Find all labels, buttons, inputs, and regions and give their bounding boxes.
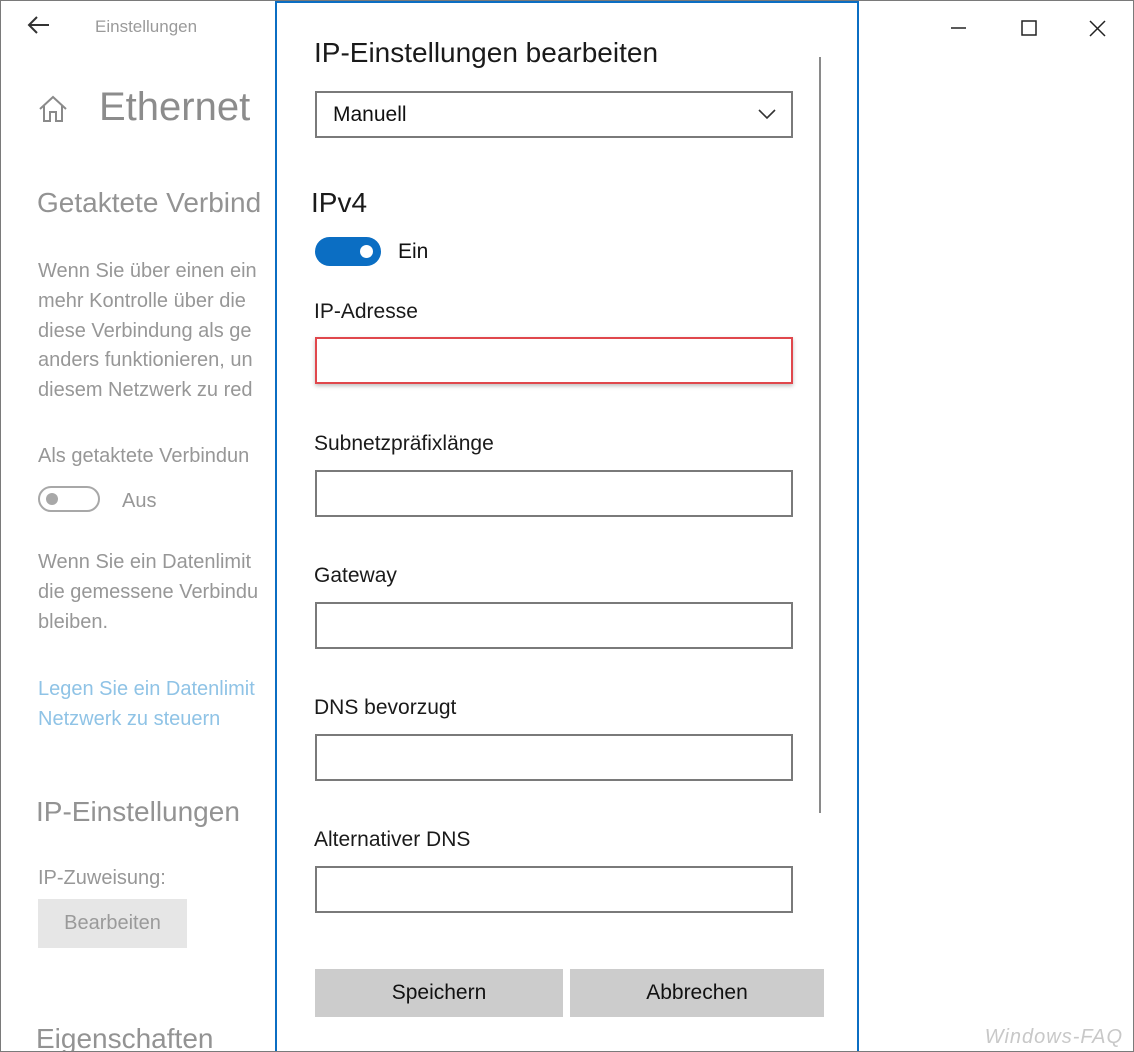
- dns-alternate-field[interactable]: [315, 866, 793, 913]
- minimize-icon[interactable]: [943, 13, 973, 43]
- metered-para-line: anders funktionieren, un: [38, 349, 253, 371]
- dns-alternate-label: Alternativer DNS: [314, 828, 471, 851]
- ip-address-label: IP-Adresse: [314, 300, 418, 323]
- home-icon[interactable]: [37, 93, 69, 125]
- ipv4-heading: IPv4: [311, 187, 368, 218]
- edit-button[interactable]: Bearbeiten: [38, 899, 187, 948]
- metered-toggle-state: Aus: [122, 490, 157, 512]
- save-button[interactable]: Speichern: [315, 969, 563, 1017]
- ip-address-field[interactable]: [315, 337, 793, 384]
- settings-window: Einstellungen Ethernet Getaktete Verbind…: [0, 0, 1134, 1052]
- ip-assignment-label: IP-Zuweisung:: [38, 867, 166, 889]
- metered-toggle[interactable]: [38, 486, 100, 512]
- ip-settings-dialog: IP-Einstellungen bearbeiten Manuell IPv4…: [275, 1, 859, 1051]
- mode-select-value: Manuell: [333, 103, 407, 126]
- metered-para-line: mehr Kontrolle über die: [38, 290, 246, 312]
- metered-para-line: diesem Netzwerk zu red: [38, 379, 253, 401]
- metered-heading: Getaktete Verbind: [37, 187, 262, 218]
- app-title: Einstellungen: [95, 17, 198, 36]
- cancel-button[interactable]: Abbrechen: [570, 969, 824, 1017]
- mode-select[interactable]: Manuell: [315, 91, 793, 138]
- back-arrow-icon[interactable]: [25, 11, 53, 39]
- limit-para-line: die gemessene Verbindu: [38, 581, 259, 603]
- limit-para-line: bleiben.: [38, 611, 109, 633]
- limit-para-line: Wenn Sie ein Datenlimit: [38, 551, 252, 573]
- page-title: Ethernet: [99, 85, 251, 129]
- metered-para-line: Wenn Sie über einen ein: [38, 260, 257, 282]
- dialog-title: IP-Einstellungen bearbeiten: [314, 37, 659, 68]
- gateway-label: Gateway: [314, 564, 397, 587]
- metered-para-line: diese Verbindung als ge: [38, 320, 252, 342]
- metered-toggle-label: Als getaktete Verbindun: [38, 445, 250, 467]
- properties-heading: Eigenschaften: [36, 1023, 214, 1052]
- watermark: Windows-FAQ: [984, 1026, 1123, 1048]
- ipv4-toggle[interactable]: [315, 237, 381, 266]
- gateway-field[interactable]: [315, 602, 793, 649]
- dns-preferred-label: DNS bevorzugt: [314, 696, 457, 719]
- data-limit-link[interactable]: Legen Sie ein Datenlimit: [38, 674, 255, 704]
- scrollbar[interactable]: [819, 57, 821, 813]
- data-limit-link[interactable]: Netzwerk zu steuern: [38, 704, 220, 734]
- ip-settings-heading: IP-Einstellungen: [36, 796, 240, 827]
- maximize-icon[interactable]: [1014, 13, 1044, 43]
- chevron-down-icon: [758, 109, 776, 120]
- subnet-prefix-label: Subnetzpräfixlänge: [314, 432, 494, 455]
- subnet-prefix-field[interactable]: [315, 470, 793, 517]
- dns-preferred-field[interactable]: [315, 734, 793, 781]
- close-icon[interactable]: [1082, 13, 1112, 43]
- ipv4-toggle-state: Ein: [398, 240, 429, 263]
